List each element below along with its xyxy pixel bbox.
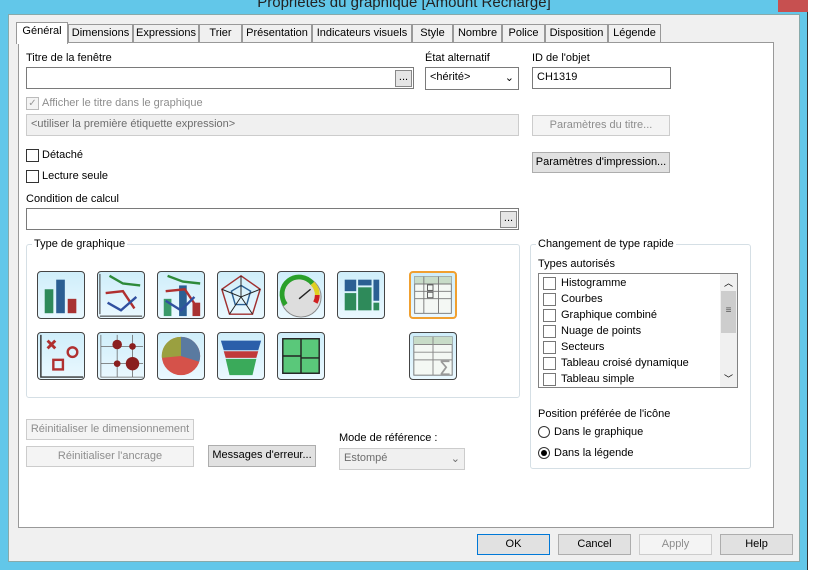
checkbox[interactable] [543, 309, 556, 322]
straight-table-icon[interactable]: Σ [409, 332, 457, 380]
tab-general[interactable]: Général [16, 22, 68, 44]
item-label: Tableau croisé dynamique [561, 357, 689, 369]
block-chart-icon[interactable] [277, 332, 325, 380]
tab-visual-cues[interactable]: Indicateurs visuels [312, 24, 412, 43]
bar-chart-icon[interactable] [37, 271, 85, 319]
radio-in-legend-label: Dans la légende [554, 447, 634, 459]
window-title-label: Titre de la fenêtre [26, 52, 112, 64]
checkbox[interactable] [543, 357, 556, 370]
close-button[interactable] [778, 0, 808, 12]
ok-button[interactable]: OK [477, 534, 550, 555]
calc-condition-label: Condition de calcul [26, 193, 119, 205]
checkbox[interactable] [543, 373, 556, 386]
item-label: Nuage de points [561, 325, 642, 337]
chevron-down-icon[interactable]: ﹀ [724, 372, 733, 385]
allowed-types-label: Types autorisés [538, 258, 616, 270]
reset-size-button[interactable]: Réinitialiser le dimensionnement [26, 419, 194, 440]
quick-change-label: Changement de type rapide [536, 238, 676, 250]
allowed-types-list[interactable]: Histogramme Courbes Graphique combiné Nu… [538, 273, 738, 388]
calc-condition-input[interactable] [26, 208, 519, 230]
show-title-checkbox[interactable]: ✓ [26, 97, 39, 110]
tab-style[interactable]: Style [412, 24, 453, 43]
gauge-chart-icon[interactable] [277, 271, 325, 319]
object-id-input[interactable]: CH1319 [532, 67, 671, 89]
combo-chart-icon[interactable] [157, 271, 205, 319]
tab-number[interactable]: Nombre [453, 24, 502, 43]
object-id-label: ID de l'objet [532, 52, 590, 64]
chart-title-input[interactable]: <utiliser la première étiquette expressi… [26, 114, 519, 136]
pie-chart-icon[interactable] [157, 332, 205, 380]
ref-mode-select[interactable]: Estompé ⌄ [339, 448, 465, 470]
item-label: Graphique combiné [561, 309, 658, 321]
scrollbar[interactable]: ︿ ≡ ﹀ [720, 274, 737, 387]
radio-in-chart[interactable] [538, 426, 550, 438]
ref-mode-value: Estompé [344, 452, 388, 464]
calc-condition-browse-button[interactable]: ... [500, 211, 517, 228]
apply-button[interactable]: Apply [639, 534, 712, 555]
chevron-down-icon: ⌄ [450, 453, 460, 465]
line-chart-icon[interactable] [97, 271, 145, 319]
item-label: Courbes [561, 293, 603, 305]
item-label: Secteurs [561, 341, 605, 353]
error-messages-button[interactable]: Messages d'erreur... [208, 445, 316, 467]
tab-dimensions[interactable]: Dimensions [68, 24, 133, 43]
checkbox[interactable] [543, 341, 556, 354]
checkbox[interactable] [543, 293, 556, 306]
radar-chart-icon[interactable] [217, 271, 265, 319]
radio-in-chart-label: Dans le graphique [554, 426, 644, 438]
checkbox[interactable] [543, 277, 556, 290]
window-title: Propriétés du graphique [Amount Recharge… [257, 0, 551, 11]
window-title-browse-button[interactable]: ... [395, 70, 412, 87]
tab-sort[interactable]: Trier [199, 24, 242, 43]
show-title-label: Afficher le titre dans le graphique [42, 97, 203, 109]
window-title-input[interactable] [26, 67, 414, 89]
scatter-chart-icon[interactable] [37, 332, 85, 380]
tab-presentation[interactable]: Présentation [242, 24, 312, 43]
icon-position-label: Position préférée de l'icône [538, 408, 671, 420]
radio-in-legend[interactable] [538, 447, 550, 459]
title-params-button[interactable]: Paramètres du titre... [532, 115, 670, 136]
help-button[interactable]: Help [720, 534, 793, 555]
readonly-label: Lecture seule [42, 170, 109, 182]
cancel-button[interactable]: Cancel [558, 534, 631, 555]
alt-state-value: <hérité> [430, 71, 471, 83]
item-label: Tableau simple [561, 373, 635, 385]
chevron-up-icon[interactable]: ︿ [724, 276, 733, 289]
pivot-table-icon[interactable] [409, 271, 457, 319]
chart-type-label: Type de graphique [32, 238, 128, 250]
scrollbar-thumb[interactable]: ≡ [721, 291, 736, 333]
alt-state-label: État alternatif [425, 52, 490, 64]
reset-anchor-button[interactable]: Réinitialiser l'ancrage [26, 446, 194, 467]
tab-expressions[interactable]: Expressions [133, 24, 199, 43]
item-label: Histogramme [561, 277, 627, 289]
grid-chart-icon[interactable] [97, 332, 145, 380]
ref-mode-label: Mode de référence : [339, 432, 438, 444]
tab-font[interactable]: Police [502, 24, 545, 43]
chevron-down-icon: ⌄ [504, 72, 514, 84]
detached-label: Détaché [42, 149, 83, 161]
tab-layout[interactable]: Disposition [545, 24, 608, 43]
checkbox[interactable] [543, 325, 556, 338]
mekko-chart-icon[interactable] [337, 271, 385, 319]
readonly-checkbox[interactable] [26, 170, 39, 183]
tab-legend[interactable]: Légende [608, 24, 661, 43]
alt-state-select[interactable]: <hérité> ⌄ [425, 67, 519, 90]
detached-checkbox[interactable] [26, 149, 39, 162]
funnel-chart-icon[interactable] [217, 332, 265, 380]
svg-text:Σ: Σ [439, 357, 451, 379]
print-params-button[interactable]: Paramètres d'impression... [532, 152, 670, 173]
